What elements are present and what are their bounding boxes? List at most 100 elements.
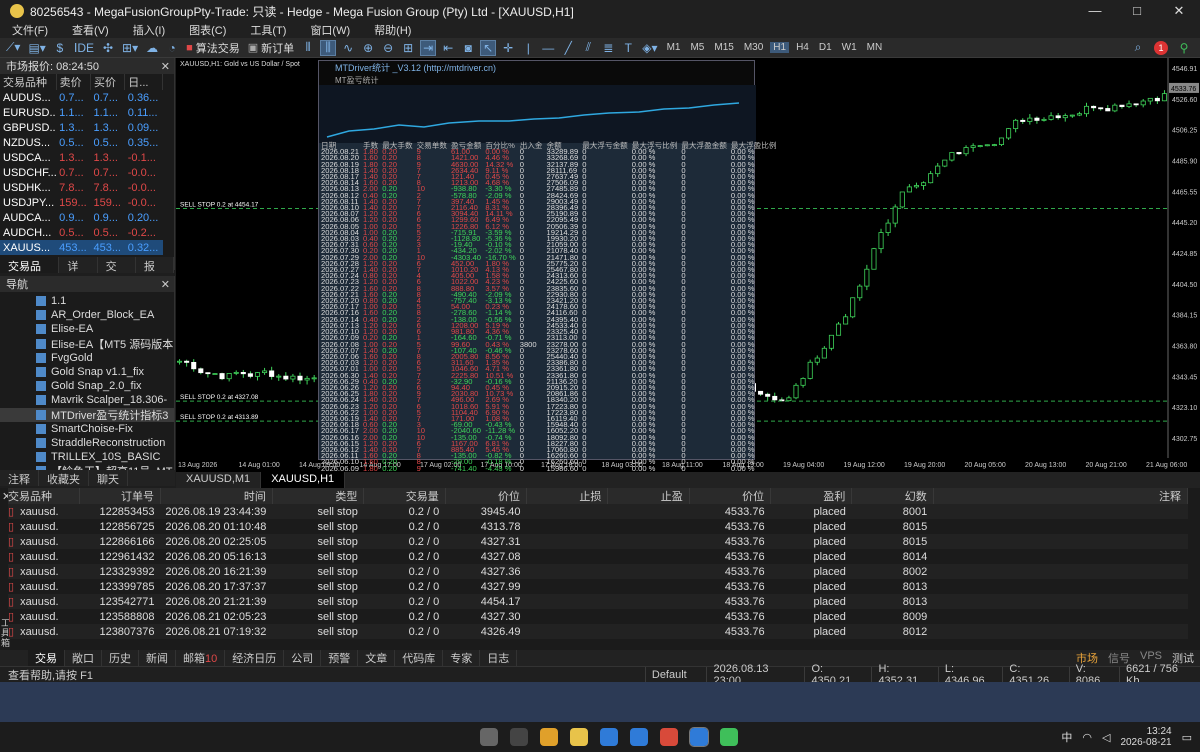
tab-exposure[interactable]: 敞口 — [65, 650, 102, 666]
bar-chart-icon[interactable]: ⫴ — [300, 40, 316, 56]
col-bid[interactable]: 卖价 — [56, 74, 91, 90]
crosshair-tool-icon[interactable]: ✛ — [500, 40, 516, 56]
navigator-item[interactable]: SmartChoise-Fix — [0, 422, 174, 436]
navigator-item[interactable]: Mavrik Scalper_18.306- — [0, 393, 174, 407]
order-row[interactable]: ▯ xauusd. 123399785 2026.08.20 17:37:37 sell… — [8, 579, 1188, 594]
tab-favorites[interactable]: 收藏夹 — [39, 470, 89, 486]
tab-symbols[interactable]: 交易品种 — [0, 257, 60, 289]
wechat-icon[interactable] — [720, 728, 738, 746]
tf-h1[interactable]: H1 — [770, 42, 790, 53]
notification-badge[interactable]: 1 — [1154, 40, 1168, 55]
vertical-line-icon[interactable]: | — [520, 40, 536, 56]
navigator-item[interactable]: Gold Snap v1.1_fix — [0, 365, 174, 379]
speaker-icon[interactable]: ◁ — [1102, 731, 1110, 744]
orders-header[interactable]: 订单号 — [79, 488, 162, 504]
tf-m30[interactable]: M30 — [741, 42, 766, 53]
tab-trade[interactable]: 交易 — [28, 650, 65, 666]
tab-journal[interactable]: 日志 — [480, 650, 518, 666]
ime-indicator[interactable]: 中 — [1061, 729, 1072, 745]
order-row[interactable]: ▯ xauusd. 123542771 2026.08.20 21:21:39 sell… — [8, 594, 1188, 609]
zoom-chart-icon[interactable]: ⊞▾ — [120, 40, 140, 56]
cursor-icon[interactable]: ↖ — [480, 39, 497, 56]
tf-m5[interactable]: M5 — [687, 42, 707, 53]
tab-calendar[interactable]: 经济日历 — [225, 650, 285, 666]
tab-mailbox[interactable]: 邮箱10 — [176, 650, 226, 666]
market-watch-row[interactable]: NZDUS... 0.5... 0.5... 0.35... — [0, 135, 163, 150]
menu-window[interactable]: 窗口(W) — [298, 22, 362, 38]
tab-ticks[interactable]: 报价 — [136, 257, 175, 289]
notification-center-icon[interactable]: ▭ — [1182, 731, 1192, 744]
cloud-icon[interactable]: ☁ — [144, 40, 160, 56]
orders-header[interactable]: 类型 — [272, 488, 365, 504]
tab-experts[interactable]: 专家 — [443, 650, 481, 666]
market-watch-row[interactable]: USDCHF... 0.7... 0.7... -0.0... — [0, 165, 163, 180]
navigator-item[interactable]: 1.1 — [0, 294, 174, 308]
ide-icon[interactable]: ⅠDE — [72, 40, 96, 56]
navigator-item[interactable]: FvgGold — [0, 351, 174, 365]
market-watch-row[interactable]: AUDUS... 0.7... 0.7... 0.36... — [0, 90, 163, 105]
algo-trading-button[interactable]: ■ 算法交易 — [184, 40, 242, 56]
navigator-item[interactable]: StraddleReconstruction — [0, 436, 174, 450]
market-watch-row[interactable]: AUDCA... 0.9... 0.9... 0.20... — [0, 210, 163, 225]
zoom-out-icon[interactable]: ⊖ — [380, 40, 396, 56]
menu-charts[interactable]: 图表(C) — [177, 22, 238, 38]
metatrader-icon[interactable] — [689, 727, 709, 747]
tab-xauusd-h1[interactable]: XAUUSD,H1 — [261, 472, 346, 488]
wifi-icon[interactable]: ◠ — [1082, 731, 1092, 744]
account-icon[interactable]: ⚲ — [1176, 40, 1192, 56]
orders-header[interactable]: 注释 — [933, 488, 1189, 504]
tab-chat[interactable]: 聊天 — [89, 470, 128, 486]
market-watch-row[interactable]: AUDCH... 0.5... 0.5... -0.2... — [0, 225, 163, 240]
orders-header[interactable]: 幻数 — [851, 488, 934, 504]
dollar-icon[interactable]: $ — [52, 40, 68, 56]
maximize-icon[interactable]: □ — [1116, 3, 1158, 19]
tf-m1[interactable]: M1 — [664, 42, 684, 53]
navigator-item[interactable]: MTDriver盈亏统计指标3 — [0, 407, 174, 422]
navigator-item[interactable]: Elise-EA【MT5 源码版本 — [0, 337, 174, 351]
chrome-icon[interactable] — [540, 728, 558, 746]
fibonacci-icon[interactable]: ≣ — [600, 40, 616, 56]
new-order-button[interactable]: ▣ 新订单 — [246, 40, 296, 56]
line-chart-icon[interactable]: ∿ — [340, 40, 356, 56]
order-row[interactable]: ▯ xauusd. 123807376 2026.08.21 07:19:32 sell… — [8, 624, 1188, 639]
tab-news[interactable]: 新闻 — [139, 650, 176, 666]
screenshot-icon[interactable]: ◙ — [460, 40, 476, 56]
metatrader-icon[interactable] — [600, 728, 618, 746]
shift-icon[interactable]: ⇤ — [440, 40, 456, 56]
tile-icon[interactable]: ⊞ — [400, 40, 416, 56]
market-watch-row[interactable]: USDCA... 1.3... 1.3... -0.1... — [0, 150, 163, 165]
chatgpt-icon[interactable] — [510, 728, 528, 746]
candlestick-icon[interactable]: ⫼ — [320, 39, 337, 56]
status-profile[interactable]: Default — [644, 667, 707, 682]
close-icon[interactable]: ✕ — [161, 278, 170, 291]
market-watch-row[interactable]: EURUSD... 1.1... 1.1... 0.11... — [0, 105, 163, 120]
tf-d1[interactable]: D1 — [816, 42, 835, 53]
orders-header[interactable]: 交易量 — [363, 488, 446, 504]
task-view-icon[interactable] — [480, 728, 498, 746]
tf-w1[interactable]: W1 — [839, 42, 860, 53]
channel-icon[interactable]: ⫽ — [580, 40, 596, 56]
market-watch-row[interactable]: USDHK... 7.8... 7.8... -0.0... — [0, 180, 163, 195]
clock-time[interactable]: 13:24 — [1147, 726, 1172, 737]
app-icon[interactable] — [660, 728, 678, 746]
order-row[interactable]: ▯ xauusd. 122961432 2026.08.20 05:16:13 sell… — [8, 549, 1188, 564]
menu-insert[interactable]: 插入(I) — [121, 22, 177, 38]
tab-comments[interactable]: 注释 — [0, 470, 39, 486]
chart-type-icon[interactable]: ⟋▾ — [4, 40, 22, 56]
close-icon[interactable]: ✕ — [1158, 3, 1200, 19]
navigator-item[interactable]: TRILLEX_10S_BASIC — [0, 450, 174, 464]
navigator-item[interactable]: Elise-EA — [0, 322, 174, 336]
clock-date[interactable]: 2026-08-21 — [1120, 737, 1171, 748]
orders-header[interactable]: 止损 — [526, 488, 609, 504]
menu-tools[interactable]: 工具(T) — [238, 22, 298, 38]
col-symbol[interactable]: 交易品种 — [0, 74, 57, 90]
navigator-item[interactable]: AR_Order_Block_EA — [0, 308, 174, 322]
text-icon[interactable]: T — [620, 40, 636, 56]
tab-details[interactable]: 详细 — [59, 257, 98, 289]
orders-header[interactable]: 交易品种 — [8, 488, 80, 504]
windows-start-icon[interactable] — [450, 728, 468, 746]
market-watch-row[interactable]: GBPUSD... 1.3... 1.3... 0.09... — [0, 120, 163, 135]
market-watch-row[interactable]: XAUUS... 453... 453... 0.32... — [0, 240, 163, 255]
tab-codebase[interactable]: 代码库 — [395, 650, 444, 666]
tab-trading[interactable]: 交易 — [98, 257, 136, 289]
